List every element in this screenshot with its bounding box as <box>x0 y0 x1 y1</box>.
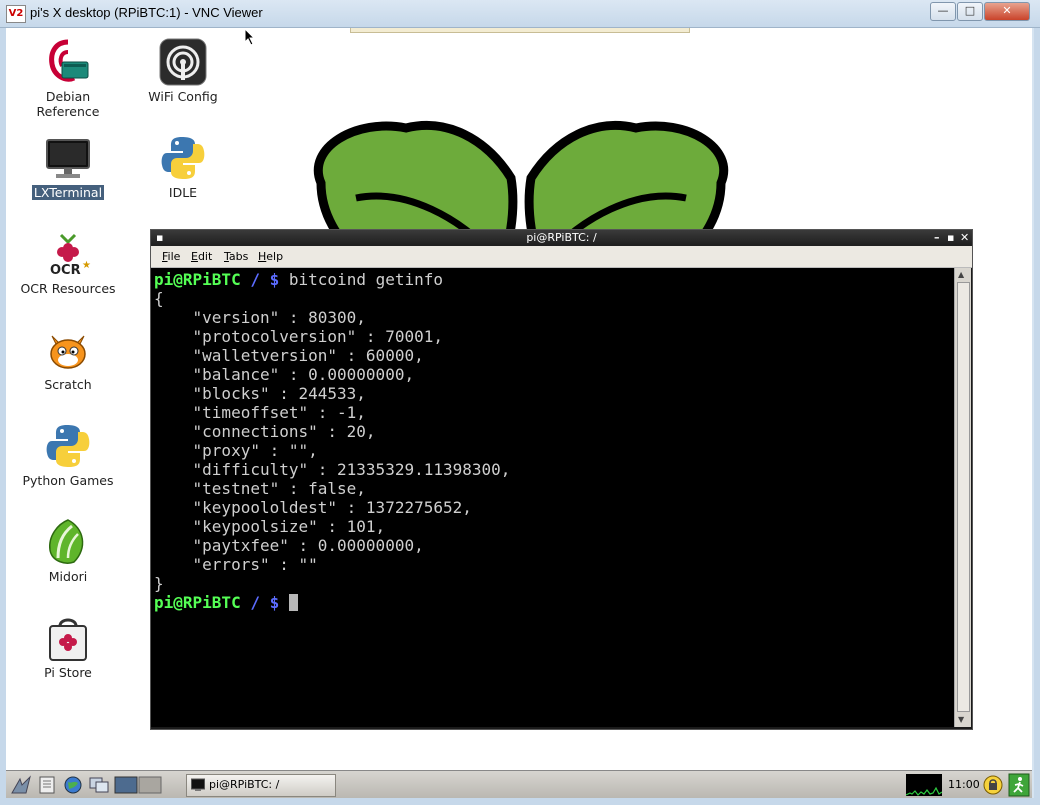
output-line: "keypoololdest" : 1372275652, <box>154 498 472 517</box>
command-text: bitcoind getinfo <box>288 270 444 289</box>
prompt-path: / $ <box>250 270 280 289</box>
desktop-icon-label: LXTerminal <box>31 185 105 200</box>
desktop-icon-label: Pi Store <box>44 665 92 680</box>
output-line: } <box>154 574 164 593</box>
output-line: "difficulty" : 21335329.11398300, <box>154 460 511 479</box>
close-button[interactable]: ✕ <box>984 2 1030 21</box>
terminal-window[interactable]: ▪ pi@RPiBTC: / – ▪ ✕ File Edit Tabs Help… <box>150 229 973 730</box>
desktop-icon-debian-reference[interactable]: Debian Reference <box>13 38 123 119</box>
midori-leaf-icon <box>44 518 92 566</box>
minimize-button[interactable]: — <box>930 2 956 21</box>
screen-lock-icon[interactable] <box>982 774 1004 796</box>
output-line: "connections" : 20, <box>154 422 376 441</box>
desktop-icon-ocr-resources[interactable]: OCR ★ OCR Resources <box>13 230 123 296</box>
web-browser-icon[interactable] <box>62 775 84 795</box>
top-panel-strip <box>350 28 690 33</box>
prompt-user: pi@RPiBTC <box>154 593 241 612</box>
svg-text:OCR: OCR <box>50 263 81 278</box>
menu-edit[interactable]: Edit <box>191 250 212 263</box>
terminal-minimize-button[interactable]: – <box>934 231 940 244</box>
taskbar-item-label: pi@RPiBTC: / <box>209 778 280 791</box>
terminal-menubar: File Edit Tabs Help <box>151 246 972 268</box>
output-line: "testnet" : false, <box>154 479 366 498</box>
terminal-titlebar[interactable]: ▪ pi@RPiBTC: / – ▪ ✕ <box>151 230 972 246</box>
python-icon <box>159 134 207 182</box>
desktop-icon-idle[interactable]: IDLE <box>128 134 238 200</box>
python-icon <box>44 422 92 470</box>
desktop-icon-lxterminal[interactable]: LXTerminal <box>13 134 123 201</box>
remote-desktop[interactable]: Debian Reference WiFi Config LXTerminal <box>6 28 1032 770</box>
taskbar-clock[interactable]: 11:00 <box>948 778 980 791</box>
prompt-user: pi@RPiBTC <box>154 270 241 289</box>
vnc-frame-right <box>1034 28 1040 805</box>
vnc-window-title: pi's X desktop (RPiBTC:1) - VNC Viewer <box>30 5 263 20</box>
terminal-text: pi@RPiBTC / $ bitcoind getinfo{ "version… <box>154 270 510 612</box>
terminal-close-button[interactable]: ✕ <box>960 231 969 244</box>
desktop-icon-wifi-config[interactable]: WiFi Config <box>128 38 238 104</box>
debian-icon <box>44 38 92 86</box>
output-line: "errors" : "" <box>154 555 318 574</box>
desktop-icon-label: Python Games <box>22 473 114 488</box>
desktop-icon-label: Debian Reference <box>36 89 100 119</box>
output-line: "balance" : 0.00000000, <box>154 365 415 384</box>
output-line: "timeoffset" : -1, <box>154 403 366 422</box>
pi-store-bag-icon <box>44 614 92 662</box>
output-line: "keypoolsize" : 101, <box>154 517 386 536</box>
maximize-button[interactable]: □ <box>957 2 983 21</box>
prompt-line[interactable]: pi@RPiBTC / $ <box>154 593 510 612</box>
workspace-switcher[interactable] <box>114 775 162 795</box>
scroll-up-icon[interactable]: ▲ <box>958 270 964 279</box>
desktop-icon-label: OCR Resources <box>20 281 116 296</box>
menu-tabs[interactable]: Tabs <box>224 250 248 263</box>
scroll-down-icon[interactable]: ▼ <box>958 715 964 724</box>
desktop-icon-label: IDLE <box>168 185 198 200</box>
desktop-icon-label: Midori <box>48 569 88 584</box>
desktop-icon-scratch[interactable]: Scratch <box>13 326 123 392</box>
output-line: { <box>154 289 164 308</box>
terminal-output-area[interactable]: pi@RPiBTC / $ bitcoind getinfo{ "version… <box>151 268 954 727</box>
output-line: "paytxfee" : 0.00000000, <box>154 536 424 555</box>
mouse-pointer-icon <box>244 28 256 46</box>
monitor-icon <box>44 134 92 182</box>
output-line: "version" : 80300, <box>154 308 366 327</box>
desktop-icon-label: Scratch <box>44 377 92 392</box>
raspberry-ocr-icon: OCR ★ <box>44 230 92 278</box>
prompt-path: / $ <box>250 593 280 612</box>
start-menu-icon[interactable] <box>10 775 32 795</box>
vnc-titlebar[interactable]: V2 pi's X desktop (RPiBTC:1) - VNC Viewe… <box>0 0 1040 28</box>
terminal-icon <box>191 778 205 791</box>
desktop-icon-label: WiFi Config <box>148 89 218 104</box>
command-line: pi@RPiBTC / $ bitcoind getinfo <box>154 270 510 289</box>
desktop-icon-python-games[interactable]: Python Games <box>13 422 123 488</box>
svg-text:★: ★ <box>82 260 91 271</box>
desktop-icon-midori[interactable]: Midori <box>13 518 123 584</box>
menu-help[interactable]: Help <box>258 250 283 263</box>
terminal-maximize-button[interactable]: ▪ <box>947 231 954 244</box>
desktop-icon-pi-store[interactable]: Pi Store <box>13 614 123 680</box>
wifi-icon <box>159 38 207 86</box>
scratch-cat-icon <box>44 326 92 374</box>
output-line: "protocolversion" : 70001, <box>154 327 443 346</box>
vnc-frame-bottom <box>0 798 1040 805</box>
terminal-title: pi@RPiBTC: / <box>526 231 597 244</box>
menu-file[interactable]: File <box>162 250 180 263</box>
output-line: "blocks" : 244533, <box>154 384 366 403</box>
output-line: "walletversion" : 60000, <box>154 346 424 365</box>
file-manager-icon[interactable] <box>36 775 58 795</box>
terminal-scrollbar[interactable]: ▲ ▼ <box>954 268 971 727</box>
vnc-app-icon[interactable]: V2 <box>6 5 26 23</box>
logout-icon[interactable] <box>1008 773 1030 797</box>
cpu-monitor-graph <box>906 774 942 796</box>
text-cursor <box>288 594 298 611</box>
scrollbar-thumb[interactable] <box>957 282 970 712</box>
taskbar-item-terminal[interactable]: pi@RPiBTC: / <box>186 774 336 797</box>
desktop-pager-icon[interactable] <box>88 775 110 795</box>
taskbar: pi@RPiBTC: / 11:00 <box>6 770 1032 799</box>
output-line: "proxy" : "", <box>154 441 318 460</box>
